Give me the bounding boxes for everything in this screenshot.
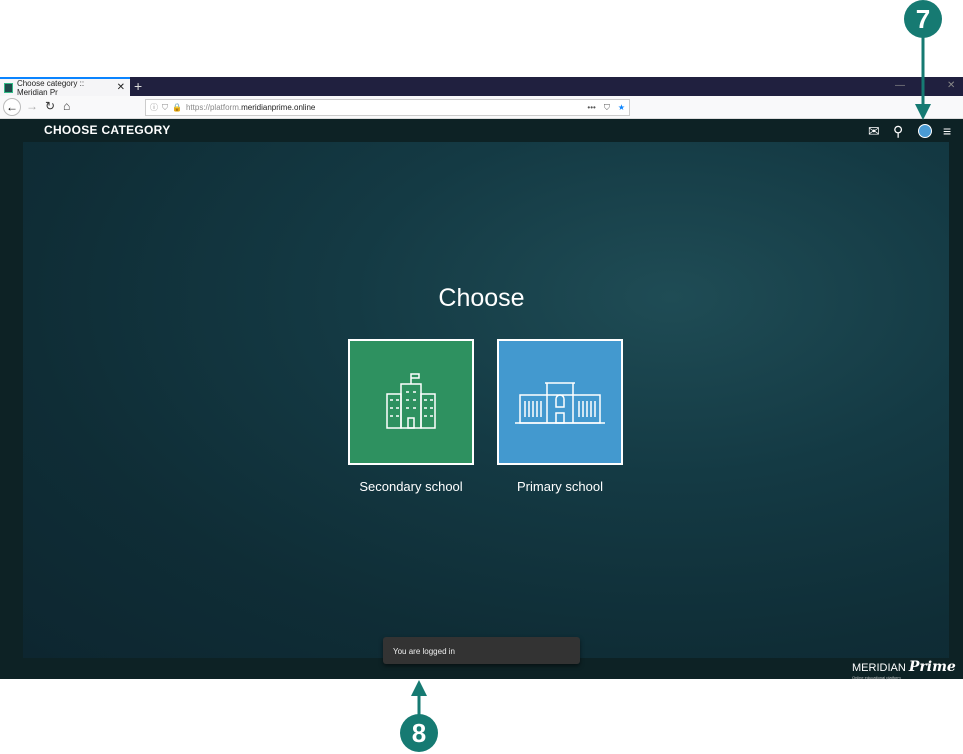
new-tab-button[interactable]: +	[134, 78, 142, 94]
bookmark-star-icon[interactable]: ★	[618, 103, 625, 113]
shield-icon: ⛉	[162, 102, 168, 112]
primary-school-building-icon	[515, 382, 605, 424]
primary-school-label: Primary school	[517, 479, 603, 494]
user-account-icon[interactable]	[918, 124, 932, 138]
back-button[interactable]: ←	[3, 98, 21, 116]
reload-button[interactable]: ↻	[45, 99, 55, 113]
meridian-prime-logo: MERIDIAN Prime Online educational platfor…	[852, 659, 956, 680]
forward-button[interactable]: →	[26, 99, 38, 113]
choose-heading: Choose	[438, 284, 525, 312]
home-button[interactable]: ⌂	[63, 99, 70, 113]
info-icon: ⓘ	[150, 103, 158, 112]
primary-school-tile[interactable]	[497, 339, 623, 465]
annotation-arrow-up	[411, 680, 427, 716]
url-bar[interactable]: ⓘ ⛉ 🔒 https://platform.meridianprime.online…	[145, 99, 630, 116]
annotation-badge-7: 7	[904, 0, 942, 38]
browser-tab[interactable]: Choose category :: Meridian Pr ✕	[0, 77, 130, 97]
url-domain: meridianprime.online	[241, 103, 316, 112]
pocket-icon[interactable]: ⛉	[604, 103, 610, 113]
secondary-school-tile[interactable]	[348, 339, 474, 465]
menu-icon[interactable]: ≡	[943, 123, 951, 139]
mail-icon[interactable]: ✉	[868, 123, 880, 140]
minimize-button[interactable]: —	[895, 80, 905, 91]
lock-icon: 🔒	[172, 103, 182, 112]
content-area	[23, 142, 949, 658]
tab-title: Choose category :: Meridian Pr	[16, 78, 85, 97]
favicon-icon	[4, 82, 13, 93]
close-window-button[interactable]: ✕	[947, 80, 955, 91]
secondary-school-building-icon	[386, 373, 436, 429]
close-tab-icon[interactable]: ✕	[117, 82, 125, 93]
login-toast: You are logged in	[383, 637, 580, 664]
browser-tab-bar	[0, 77, 963, 96]
annotation-arrow-down	[915, 36, 931, 120]
search-icon[interactable]: ⚲	[893, 123, 903, 140]
url-prefix: https://platform.	[185, 103, 242, 112]
annotation-badge-8: 8	[400, 714, 438, 752]
logo-tagline: Online educational platform	[852, 675, 901, 680]
page-title: CHOOSE CATEGORY	[44, 123, 171, 137]
secondary-school-label: Secondary school	[359, 479, 463, 494]
logo-name: MERIDIAN	[852, 662, 906, 674]
more-icon[interactable]: •••	[587, 103, 595, 113]
logo-script: Prime	[908, 659, 956, 675]
